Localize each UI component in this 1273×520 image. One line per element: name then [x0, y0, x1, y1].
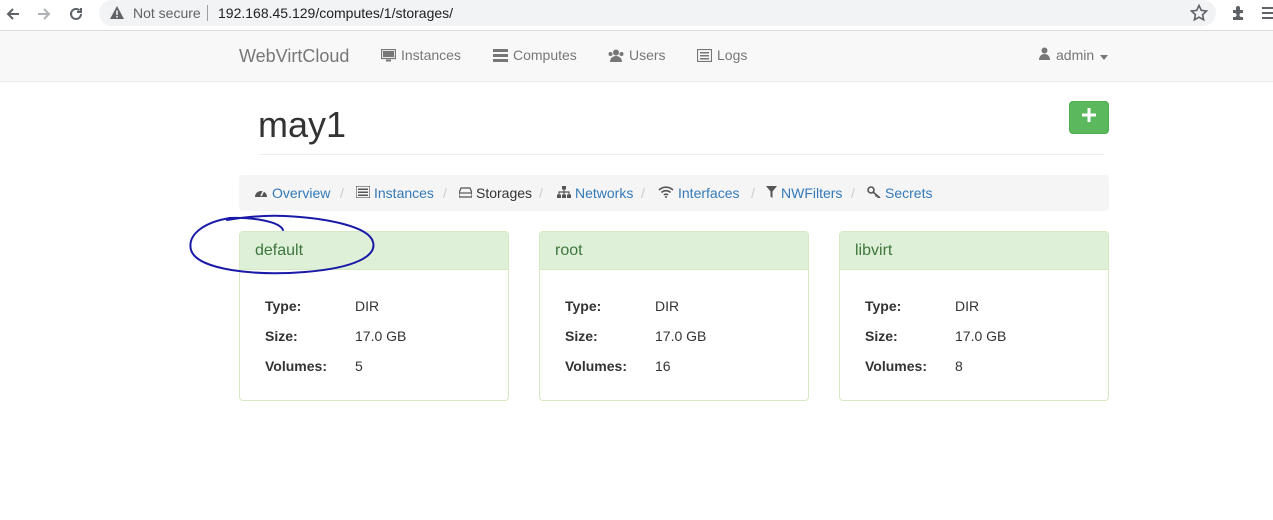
size-value: 17.0 GB	[355, 328, 407, 344]
back-icon[interactable]	[2, 3, 24, 25]
hdd-icon	[458, 185, 473, 201]
breadcrumb-separator: /	[539, 185, 543, 201]
reload-icon[interactable]	[65, 3, 87, 25]
size-value: 17.0 GB	[655, 328, 707, 344]
volumes-value: 16	[655, 358, 671, 374]
tab-interfaces-label: Interfaces	[678, 185, 740, 201]
address-bar[interactable]: Not secure 192.168.45.129/computes/1/sto…	[99, 0, 1216, 26]
app-navbar: WebVirtCloud Instances Computes Users Lo…	[0, 31, 1273, 82]
volumes-label: Volumes:	[565, 358, 627, 374]
extensions-icon[interactable]	[1230, 4, 1248, 27]
user-dropdown[interactable]: admin	[1039, 47, 1109, 63]
type-label: Type:	[265, 298, 302, 314]
storage-panel-root[interactable]: root Type: DIR Size: 17.0 GB Volumes: 16	[539, 231, 809, 401]
nav-computes-label: Computes	[513, 47, 577, 63]
breadcrumb-separator: /	[641, 185, 645, 201]
tab-networks[interactable]: Networks	[557, 185, 633, 201]
tab-secrets-label: Secrets	[885, 185, 933, 201]
tab-storages[interactable]: Storages	[458, 185, 533, 201]
nav-computes[interactable]: Computes	[493, 47, 577, 63]
server-icon	[493, 48, 508, 62]
tab-storages-label: Storages	[476, 185, 533, 201]
brand-logo[interactable]: WebVirtCloud	[239, 46, 349, 67]
monitor-icon	[381, 48, 396, 62]
compute-subnav: Overview / Instances / Storages / Networ…	[239, 175, 1109, 211]
type-label: Type:	[865, 298, 902, 314]
type-label: Type:	[565, 298, 602, 314]
tab-interfaces[interactable]: Interfaces	[658, 185, 739, 201]
tab-instances[interactable]: Instances	[355, 185, 434, 201]
breadcrumb-separator: /	[751, 185, 755, 201]
forward-icon[interactable]	[33, 3, 55, 25]
type-value: DIR	[955, 298, 980, 314]
username-label: admin	[1056, 47, 1095, 63]
caret-down-icon	[1100, 47, 1109, 63]
volumes-label: Volumes:	[265, 358, 327, 374]
tab-secrets[interactable]: Secrets	[867, 185, 932, 201]
storage-name[interactable]: root	[540, 232, 808, 270]
volumes-value: 8	[955, 358, 963, 374]
dashboard-icon	[254, 185, 268, 201]
storage-panel-libvirt[interactable]: libvirt Type: DIR Size: 17.0 GB Volumes:…	[839, 231, 1109, 401]
nav-users[interactable]: Users	[608, 47, 666, 63]
tab-overview[interactable]: Overview	[254, 185, 330, 201]
type-value: DIR	[655, 298, 680, 314]
breadcrumb-separator: /	[851, 185, 855, 201]
tab-networks-label: Networks	[575, 185, 634, 201]
warning-icon	[109, 5, 125, 26]
volumes-value: 5	[355, 358, 363, 374]
size-label: Size:	[565, 328, 598, 344]
page-title: may1	[258, 104, 347, 145]
size-label: Size:	[865, 328, 898, 344]
nav-logs-label: Logs	[717, 47, 748, 63]
omnibox-divider	[207, 5, 208, 21]
size-label: Size:	[265, 328, 298, 344]
browser-toolbar: Not secure 192.168.45.129/computes/1/sto…	[0, 0, 1273, 31]
add-storage-button[interactable]	[1069, 101, 1109, 134]
list-icon	[697, 48, 712, 62]
menu-icon[interactable]	[1262, 4, 1273, 27]
tab-nwfilters-label: NWFilters	[781, 185, 843, 201]
type-value: DIR	[355, 298, 380, 314]
nav-users-label: Users	[629, 47, 666, 63]
tab-instances-label: Instances	[374, 185, 434, 201]
size-value: 17.0 GB	[955, 328, 1007, 344]
star-icon[interactable]	[1189, 3, 1209, 27]
tab-overview-label: Overview	[272, 185, 331, 201]
wifi-icon	[658, 185, 674, 201]
filter-icon	[766, 185, 777, 201]
plus-icon	[1082, 108, 1096, 127]
annotation-circle	[189, 214, 375, 275]
list-icon	[355, 185, 371, 201]
storage-name[interactable]: libvirt	[840, 232, 1108, 270]
sitemap-icon	[557, 185, 571, 201]
users-icon	[608, 49, 624, 62]
nav-logs[interactable]: Logs	[697, 47, 747, 63]
security-label[interactable]: Not secure	[133, 5, 201, 21]
volumes-label: Volumes:	[865, 358, 927, 374]
breadcrumb-separator: /	[443, 185, 447, 201]
user-icon	[1039, 47, 1050, 63]
breadcrumb-separator: /	[340, 185, 344, 201]
nav-instances[interactable]: Instances	[381, 47, 461, 63]
nav-instances-label: Instances	[401, 47, 461, 63]
key-icon	[867, 185, 881, 201]
tab-nwfilters[interactable]: NWFilters	[766, 185, 842, 201]
header-divider	[259, 154, 1104, 155]
url-text[interactable]: 192.168.45.129/computes/1/storages/	[218, 5, 453, 21]
